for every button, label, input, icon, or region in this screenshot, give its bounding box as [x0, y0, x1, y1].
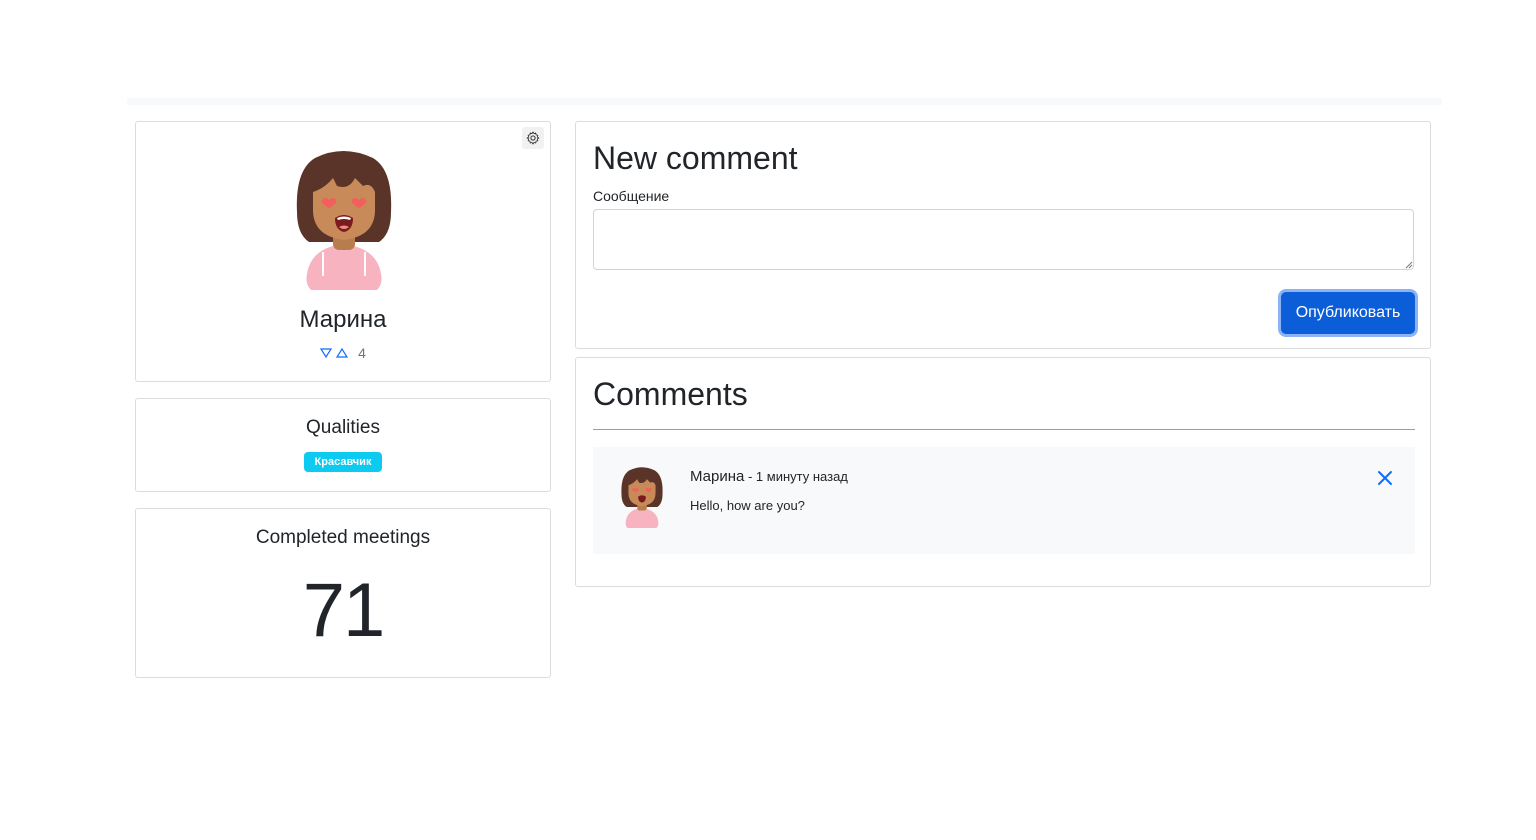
close-icon[interactable]	[1377, 470, 1393, 486]
message-label: Сообщение	[593, 188, 670, 204]
comment-item: Марина - 1 минуту назад Hello, how are y…	[593, 447, 1415, 554]
comments-title: Comments	[593, 376, 748, 412]
comment-author: Марина	[690, 468, 745, 485]
triangle-down-icon[interactable]	[320, 347, 333, 359]
comments-card: Comments Марина - 1 минуту назад Hello, …	[575, 357, 1431, 587]
new-comment-title: New comment	[593, 140, 798, 176]
completed-meetings-card: Completed meetings 71	[135, 508, 551, 678]
user-profile-card: Марина 4	[135, 121, 551, 382]
gear-icon[interactable]	[522, 127, 544, 149]
comment-text: Hello, how are you?	[690, 498, 805, 513]
qualities-card: Qualities Красавчик	[135, 398, 551, 492]
publish-button[interactable]: Опубликовать	[1281, 292, 1415, 334]
quality-badge: Красавчик	[304, 452, 382, 472]
comment-separator: -	[744, 469, 756, 484]
qualities-title: Qualities	[306, 417, 380, 438]
profile-name: Марина	[299, 306, 387, 333]
meetings-count: 71	[302, 568, 386, 653]
avatar	[621, 467, 663, 528]
avatar	[296, 151, 392, 290]
divider	[593, 429, 1415, 430]
top-navbar-strip	[127, 98, 1442, 105]
comment-time: 1 минуту назад	[755, 469, 848, 484]
new-comment-card: New comment Сообщение Опубликовать	[575, 121, 1431, 349]
message-textarea[interactable]	[593, 209, 1414, 270]
resize-grip-icon[interactable]	[1405, 261, 1413, 269]
comment-header: Марина - 1 минуту назад	[690, 468, 848, 485]
triangle-up-icon[interactable]	[336, 347, 349, 359]
rating-controls: 4	[136, 345, 550, 361]
rating-count: 4	[358, 345, 366, 361]
meetings-title: Completed meetings	[255, 527, 431, 548]
